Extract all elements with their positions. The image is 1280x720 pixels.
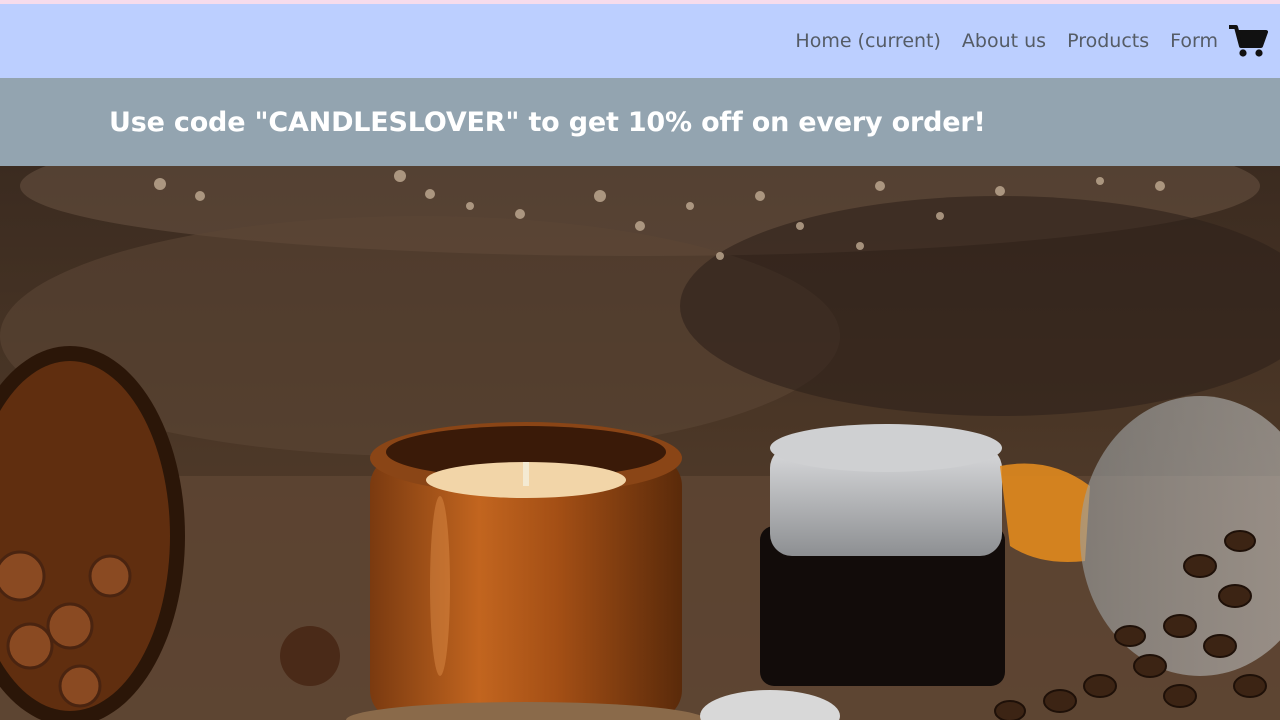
nav-link-products[interactable]: Products [1067, 30, 1149, 52]
promo-banner: Use code "CANDLESLOVER" to get 10% off o… [0, 78, 1280, 166]
shopping-cart-icon[interactable] [1228, 23, 1268, 59]
promo-text: Use code "CANDLESLOVER" to get 10% off o… [109, 106, 986, 138]
navbar: Home (current) About us Products Form [0, 4, 1280, 78]
hero-image [0, 166, 1280, 720]
nav-link-about-us[interactable]: About us [962, 30, 1046, 52]
nav-link-home[interactable]: Home (current) [795, 30, 941, 52]
nav-link-form[interactable]: Form [1170, 30, 1218, 52]
